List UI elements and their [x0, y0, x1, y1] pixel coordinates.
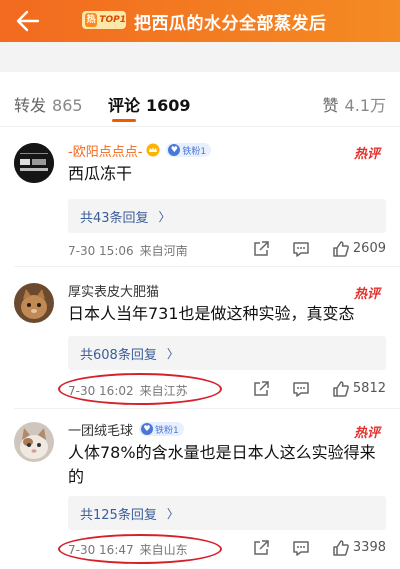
- tab-comment-label: 评论: [108, 96, 141, 115]
- view-replies-button[interactable]: 共43条回复〉: [68, 199, 386, 233]
- like-count: 2609: [352, 241, 386, 256]
- divider: [0, 126, 400, 127]
- comment-text-line-2: 的: [68, 467, 85, 486]
- avatar[interactable]: [14, 283, 54, 323]
- tab-repost-label: 转发: [14, 96, 47, 115]
- comment-meta: 7-30 15:06 来自河南: [68, 242, 188, 259]
- reply-count: 共608条回复: [80, 347, 157, 363]
- separator: [14, 408, 400, 409]
- fan-heart-icon: ♥: [141, 423, 154, 435]
- comment-icon[interactable]: [292, 380, 310, 398]
- tab-repost-count: 865: [52, 96, 83, 115]
- reply-count: 共125条回复: [80, 507, 157, 523]
- avatar-image: [14, 143, 54, 183]
- hot-comment-tag: 热评: [353, 147, 380, 162]
- comment-text-line-1: 人体78%的含水量也是日本人这么实验得来: [68, 443, 376, 462]
- comment-header: 一团绒毛球 ♥ 铁粉1: [68, 420, 184, 439]
- view-replies-button[interactable]: 共608条回复〉: [68, 336, 386, 370]
- fan-badge-label: 铁粉1: [182, 146, 207, 157]
- back-arrow-icon[interactable]: [14, 8, 40, 34]
- chevron-right-icon: 〉: [166, 506, 179, 521]
- like-icon[interactable]: [332, 240, 350, 258]
- like-count: 3398: [352, 540, 386, 555]
- chevron-right-icon: 〉: [158, 209, 171, 224]
- page-title: 把西瓜的水分全部蒸发后: [134, 14, 327, 34]
- comment-actions: 5812: [226, 380, 386, 400]
- red-circle-annotation: [58, 373, 222, 405]
- comment-icon[interactable]: [292, 539, 310, 557]
- tab-like-count: 4.1万: [344, 96, 386, 115]
- cat-avatar-image: [14, 283, 54, 323]
- fan-badge-label: 铁粉1: [155, 425, 179, 436]
- share-icon[interactable]: [252, 539, 270, 557]
- fan-badge: ♥ 铁粉1: [166, 143, 212, 157]
- comment-date: 7-30 15:06: [68, 244, 134, 258]
- vip-crown-icon: [146, 143, 160, 157]
- hot-comment-tag: 热评: [353, 426, 380, 441]
- hot-comment-tag: 热评: [353, 287, 380, 302]
- share-icon[interactable]: [252, 240, 270, 258]
- active-tab-indicator: [112, 119, 136, 122]
- view-replies-button[interactable]: 共125条回复〉: [68, 496, 386, 530]
- comment-text: 西瓜冻干: [68, 164, 133, 183]
- username[interactable]: 厚实表皮大肥猫: [68, 281, 159, 300]
- comment-header: 厚实表皮大肥猫: [68, 281, 159, 300]
- fan-badge: ♥ 铁粉1: [139, 422, 184, 436]
- chevron-right-icon: 〉: [166, 346, 179, 361]
- avatar[interactable]: [14, 143, 54, 183]
- header-spacer: [0, 42, 400, 72]
- tab-comment-count: 1609: [146, 96, 191, 115]
- tab-bar: 转发 865 评论 1609 赞 4.1万: [0, 84, 400, 124]
- comment-actions: 2609: [226, 240, 386, 260]
- fan-heart-icon: ♥: [168, 144, 181, 156]
- comment-actions: 3398: [226, 539, 386, 559]
- username[interactable]: -欧阳点点点-: [68, 141, 142, 160]
- comment-source: 来自河南: [139, 244, 188, 258]
- red-circle-annotation: [58, 534, 222, 564]
- comment-header: -欧阳点点点- ♥ 铁粉1: [68, 141, 212, 160]
- tab-repost[interactable]: 转发 865: [14, 92, 83, 116]
- rank-label: TOP1: [99, 15, 126, 25]
- like-icon[interactable]: [332, 539, 350, 557]
- tab-like[interactable]: 赞 4.1万: [323, 92, 386, 116]
- hot-rank-badge: 热 TOP1: [82, 11, 126, 29]
- like-count: 5812: [352, 381, 386, 396]
- comment-icon[interactable]: [292, 240, 310, 258]
- tab-comment[interactable]: 评论 1609: [108, 92, 191, 116]
- share-icon[interactable]: [252, 380, 270, 398]
- reply-count: 共43条回复: [80, 210, 149, 226]
- comment-text: 日本人当年731也是做这种实验，真变态: [68, 304, 355, 323]
- cat-avatar-image: [14, 422, 54, 462]
- like-icon[interactable]: [332, 380, 350, 398]
- tab-like-label: 赞: [322, 96, 339, 115]
- separator: [14, 266, 400, 267]
- avatar[interactable]: [14, 422, 54, 462]
- title-bar: 热 TOP1 把西瓜的水分全部蒸发后: [0, 0, 400, 42]
- hot-icon: 热: [85, 13, 98, 27]
- username[interactable]: 一团绒毛球: [68, 420, 133, 439]
